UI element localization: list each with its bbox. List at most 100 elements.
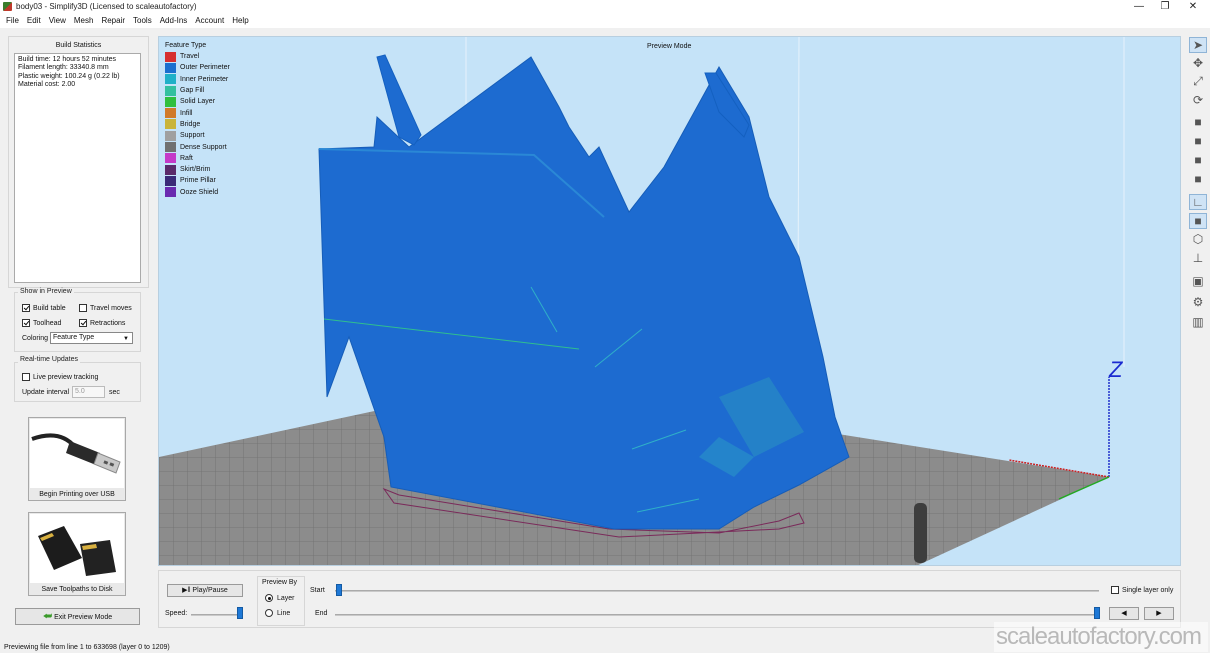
checkbox-box[interactable] xyxy=(79,304,87,312)
build-table-label: Build table xyxy=(33,304,66,312)
legend-label: Skirt/Brim xyxy=(180,166,211,174)
checkbox-box[interactable] xyxy=(22,373,30,381)
line-radio-label: Line xyxy=(277,609,291,617)
speed-slider-thumb[interactable] xyxy=(237,607,243,619)
minimize-button[interactable]: — xyxy=(1126,0,1152,14)
update-interval-input[interactable]: 5.0 xyxy=(72,386,105,398)
menu-help[interactable]: Help xyxy=(228,14,252,28)
axes-icon[interactable]: ∟ xyxy=(1189,194,1207,210)
layer-radio[interactable]: Layer xyxy=(265,594,295,602)
view-iso-icon[interactable]: ■ xyxy=(1189,114,1207,130)
preview-viewport[interactable]: Z Feature Type Travel Outer Perimeter Inne… xyxy=(158,36,1181,566)
legend-swatch xyxy=(165,187,176,198)
checkbox-box[interactable] xyxy=(22,304,30,312)
legend-item: Dense Support xyxy=(165,141,230,153)
settings-gear-icon[interactable]: ⚙ xyxy=(1189,294,1207,310)
speed-label: Speed: xyxy=(165,610,188,617)
live-preview-checkbox[interactable]: Live preview tracking xyxy=(22,373,98,381)
menu-add-ins[interactable]: Add-Ins xyxy=(156,14,192,28)
view-top-icon[interactable]: ■ xyxy=(1189,152,1207,168)
title-bar: body03 - Simplify3D (Licensed to scaleau… xyxy=(0,0,1210,14)
layer-radio-label: Layer xyxy=(277,594,295,602)
begin-printing-button[interactable]: Begin Printing over USB xyxy=(28,417,126,501)
menu-file[interactable]: File xyxy=(2,14,23,28)
legend-item: Ooze Shield xyxy=(165,187,230,198)
legend-swatch xyxy=(165,153,176,164)
window-title: body03 - Simplify3D (Licensed to scaleau… xyxy=(16,2,197,11)
travel-moves-checkbox[interactable]: Travel moves xyxy=(79,304,132,312)
radio-dot[interactable] xyxy=(265,609,273,617)
checkbox-box[interactable] xyxy=(1111,586,1119,594)
legend-title: Feature Type xyxy=(165,42,207,49)
legend-item: Solid Layer xyxy=(165,96,230,107)
solid-view-icon[interactable]: ■ xyxy=(1189,213,1207,229)
wireframe-icon[interactable]: ⬡ xyxy=(1189,231,1207,247)
model-info-icon[interactable]: ▣ xyxy=(1189,273,1207,289)
move-tool-icon[interactable]: ✥ xyxy=(1189,55,1207,71)
radio-dot[interactable] xyxy=(265,594,273,602)
legend-swatch xyxy=(165,62,176,73)
next-layer-button[interactable]: ▶ xyxy=(1144,607,1174,620)
usb-cable-image xyxy=(30,419,124,488)
z-axis-label: Z xyxy=(1108,357,1124,382)
sd-card-image xyxy=(30,514,124,583)
start-slider-thumb[interactable] xyxy=(336,584,342,596)
legend-swatch xyxy=(165,96,176,107)
legend-swatch xyxy=(165,142,176,153)
play-pause-button[interactable]: ▶‖ Play/Pause xyxy=(167,584,243,597)
legend-swatch xyxy=(165,130,176,141)
end-slider-track[interactable] xyxy=(335,614,1099,616)
build-statistics-text[interactable]: Build time: 12 hours 52 minutes Filament… xyxy=(14,53,141,283)
save-toolpaths-button[interactable]: Save Toolpaths to Disk xyxy=(28,512,126,596)
stat-material-cost: Material cost: 2.00 xyxy=(18,80,76,88)
view-side-icon[interactable]: ■ xyxy=(1189,171,1207,187)
checkbox-box[interactable] xyxy=(79,319,87,327)
legend-swatch xyxy=(165,85,176,96)
menu-repair[interactable]: Repair xyxy=(97,14,129,28)
feature-type-legend: Feature Type Travel Outer Perimeter Inner … xyxy=(165,42,230,198)
single-layer-label: Single layer only xyxy=(1122,586,1174,594)
legend-label: Dense Support xyxy=(180,143,227,151)
line-radio[interactable]: Line xyxy=(265,609,290,617)
exit-preview-label: Exit Preview Mode xyxy=(54,614,113,621)
view-front-icon[interactable]: ■ xyxy=(1189,133,1207,149)
close-button[interactable]: ✕ xyxy=(1180,0,1206,14)
rotate-tool-icon[interactable]: ⟳ xyxy=(1189,92,1207,108)
preview-controls-panel: ▶‖ Play/Pause Speed: Preview By Layer Li… xyxy=(158,570,1181,628)
maximize-button[interactable]: ❐ xyxy=(1152,0,1178,14)
speed-slider-track[interactable] xyxy=(191,614,243,616)
legend-item: Bridge xyxy=(165,119,230,130)
chevron-down-icon: ▼ xyxy=(123,336,129,342)
checkbox-box[interactable] xyxy=(22,319,30,327)
start-slider-track[interactable] xyxy=(335,590,1099,592)
select-tool-icon[interactable]: ➤ xyxy=(1189,37,1207,53)
previous-layer-button[interactable]: ◀ xyxy=(1109,607,1139,620)
scale-tool-icon[interactable]: ⤢ xyxy=(1189,73,1207,89)
legend-label: Inner Perimeter xyxy=(180,75,229,83)
legend-swatch xyxy=(165,108,176,119)
exit-preview-button[interactable]: ⮨ Exit Preview Mode xyxy=(15,608,140,625)
legend-label: Infill xyxy=(180,109,193,117)
machine-icon[interactable]: ▥ xyxy=(1189,314,1207,330)
legend-item: Inner Perimeter xyxy=(165,74,230,85)
toolhead-checkbox[interactable]: Toolhead xyxy=(22,319,61,327)
coloring-label: Coloring xyxy=(22,335,49,342)
menu-view[interactable]: View xyxy=(45,14,70,28)
menu-account[interactable]: Account xyxy=(191,14,228,28)
build-table-checkbox[interactable]: Build table xyxy=(22,304,66,312)
legend-label: Ooze Shield xyxy=(180,188,219,196)
single-layer-checkbox[interactable]: Single layer only xyxy=(1111,586,1173,594)
end-slider-thumb[interactable] xyxy=(1094,607,1100,619)
cross-section-icon[interactable]: ⊥ xyxy=(1189,250,1207,266)
save-toolpaths-label: Save Toolpaths to Disk xyxy=(41,586,113,593)
menu-edit[interactable]: Edit xyxy=(23,14,45,28)
retractions-checkbox[interactable]: Retractions xyxy=(79,319,125,327)
legend-item: Skirt/Brim xyxy=(165,164,230,175)
realtime-updates-title: Real-time Updates xyxy=(18,356,80,363)
menu-tools[interactable]: Tools xyxy=(129,14,156,28)
coloring-select[interactable]: Feature Type ▼ xyxy=(50,332,133,344)
legend-label: Bridge xyxy=(180,120,201,128)
menu-mesh[interactable]: Mesh xyxy=(70,14,98,28)
preview-by-title: Preview By xyxy=(262,579,298,586)
stat-filament-length: Filament length: 33340.8 mm xyxy=(18,64,109,72)
